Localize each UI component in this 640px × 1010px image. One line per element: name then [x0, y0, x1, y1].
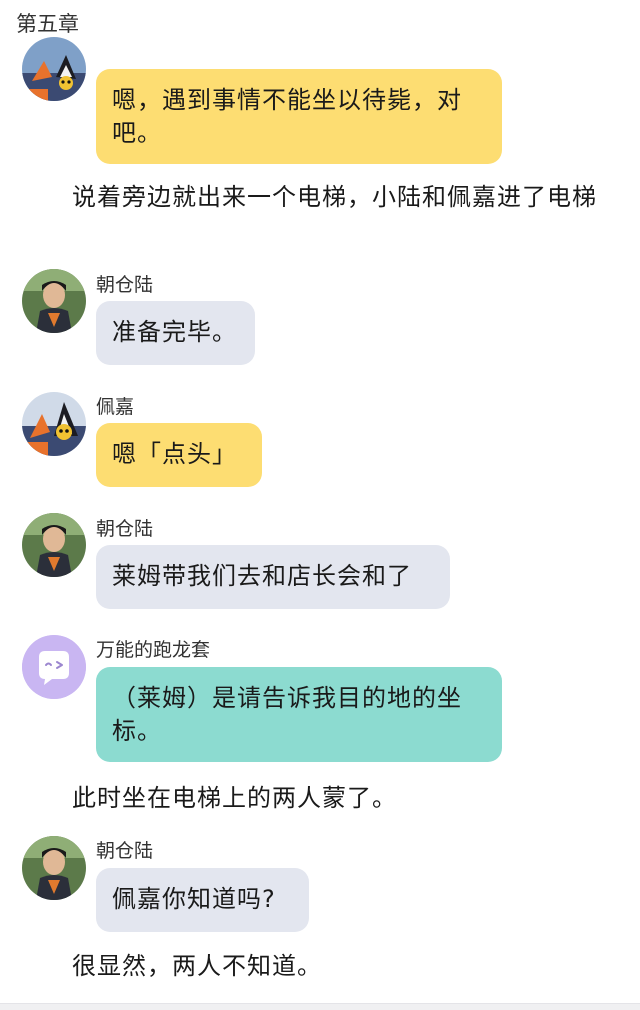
- message-text: 嗯，遇到事情不能坐以待毙，对吧。: [112, 86, 462, 147]
- message-bubble: 莱姆带我们去和店长会和了: [96, 545, 450, 609]
- pega-avatar-icon[interactable]: [22, 37, 86, 101]
- speaker-name: 朝仓陆: [96, 518, 154, 540]
- riku-avatar-icon[interactable]: [22, 836, 86, 900]
- chapter-title: 第五章: [16, 12, 79, 36]
- message-bubble: 嗯「点头」: [96, 423, 262, 487]
- narration-text: 说着旁边就出来一个电梯，小陆和佩嘉进了电梯: [72, 183, 597, 211]
- speaker-name: 佩嘉: [96, 396, 135, 418]
- speaker-name: 朝仓陆: [96, 274, 154, 296]
- message-bubble: 准备完毕。: [96, 301, 255, 365]
- message-bubble: 佩嘉你知道吗?: [96, 868, 309, 932]
- message-bubble: 嗯，遇到事情不能坐以待毙，对吧。: [96, 69, 502, 164]
- chat-bubble-wink-avatar-icon[interactable]: [22, 635, 86, 699]
- narration-text: 此时坐在电梯上的两人蒙了。: [72, 784, 397, 812]
- riku-avatar-icon[interactable]: [22, 269, 86, 333]
- riku-avatar-icon[interactable]: [22, 513, 86, 577]
- message-text: 莱姆带我们去和店长会和了: [112, 562, 412, 590]
- message-text: 佩嘉你知道吗?: [112, 885, 276, 913]
- message-bubble: （莱姆）是请告诉我目的地的坐标。: [96, 667, 502, 762]
- message-text: 嗯「点头」: [112, 440, 237, 468]
- speaker-name: 万能的跑龙套: [96, 639, 211, 661]
- message-text: 准备完毕。: [112, 318, 237, 346]
- narration-text: 很显然，两人不知道。: [72, 952, 322, 980]
- speaker-name: 朝仓陆: [96, 840, 154, 862]
- message-text: （莱姆）是请告诉我目的地的坐标。: [112, 684, 462, 745]
- pega-avatar-icon[interactable]: [22, 392, 86, 456]
